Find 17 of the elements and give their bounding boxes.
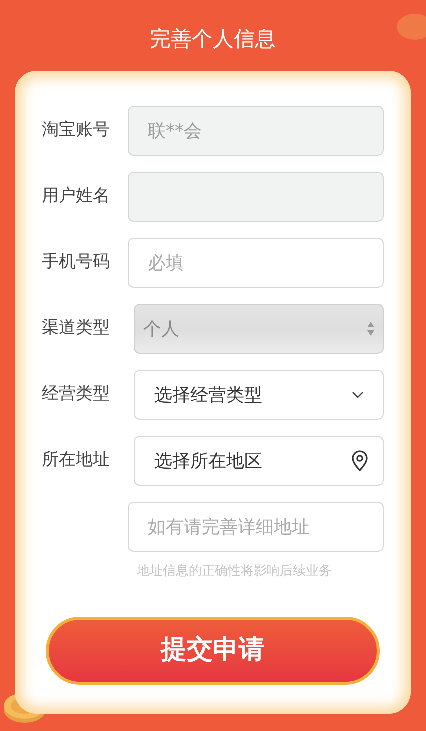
location-pin-icon <box>351 450 369 472</box>
input-field[interactable]: 必填 <box>128 238 384 288</box>
submit-button[interactable]: 提交申请 <box>46 616 380 684</box>
field-label: 手机号码 <box>42 252 110 272</box>
field-label: 用户姓名 <box>42 186 110 206</box>
location-field[interactable]: 选择所在地区 <box>134 436 384 486</box>
dropdown-field[interactable]: 选择经营类型 <box>134 370 384 420</box>
field-label: 经营类型 <box>42 384 110 404</box>
page-title: 完善个人信息 <box>150 26 276 53</box>
input-field[interactable]: 如有请完善详细地址 <box>128 502 384 552</box>
field-label: 淘宝账号 <box>42 120 110 140</box>
updown-arrows-icon <box>367 321 375 337</box>
field-label: 所在地址 <box>42 450 110 470</box>
chevron-down-icon <box>352 391 364 399</box>
coin-icon <box>395 12 426 42</box>
hint-text: 地址信息的正确性将影响后续业务 <box>137 563 333 581</box>
field-label: 渠道类型 <box>42 318 110 338</box>
